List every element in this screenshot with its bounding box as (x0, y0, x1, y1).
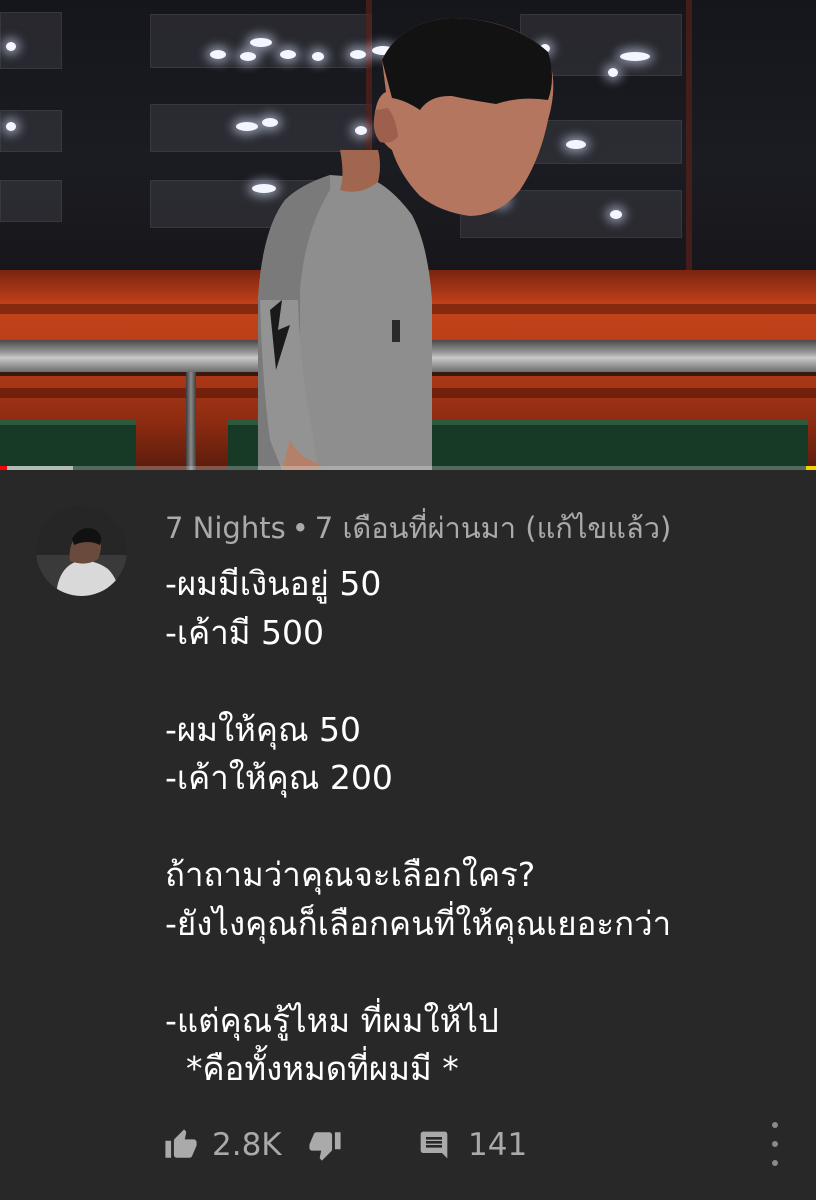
avatar[interactable] (36, 505, 127, 596)
comment-line: -เค้ามี 500 (165, 612, 325, 652)
comment-line: -ผมให้คุณ 50 (165, 709, 362, 749)
thumbs-up-icon[interactable] (164, 1120, 200, 1170)
comment-line: -ผมมีเงินอยู่ 50 (165, 564, 382, 603)
thumbs-down-icon[interactable] (308, 1120, 344, 1170)
more-vert-icon[interactable] (764, 1122, 786, 1166)
comment-line: -แต่คุณรู้ไหม ที่ผมให้ไป (165, 1000, 499, 1040)
comment-actions: 2.8K 141 (160, 1120, 800, 1170)
comment-line: -เค้าให้คุณ 200 (165, 758, 393, 797)
video-player[interactable] (0, 0, 816, 470)
progress-buffered (6, 466, 74, 470)
comment-meta: 7 Nights • 7 เดือนที่ผ่านมา (แก้ไขแล้ว) (165, 506, 671, 550)
comment-line (165, 657, 805, 706)
comment-line: *คือทั้งหมดที่ผมมี * (165, 1049, 459, 1088)
comment-line (165, 948, 805, 997)
reply-count[interactable]: 141 (468, 1120, 527, 1170)
comment-text: -ผมมีเงินอยู่ 50 -เค้ามี 500 -ผมให้คุณ 5… (165, 560, 805, 1094)
like-count: 2.8K (212, 1127, 282, 1163)
comment-line (165, 803, 805, 852)
comment-timestamp[interactable]: 7 เดือนที่ผ่านมา (แก้ไขแล้ว) (315, 511, 672, 545)
comment-author[interactable]: 7 Nights (165, 511, 286, 545)
comment-line: ถ้าถามว่าคุณจะเลือกใคร? (165, 855, 536, 894)
progress-bar[interactable] (0, 466, 816, 470)
comment-line: -ยังไงคุณก็เลือกคนที่ให้คุณเยอะกว่า (165, 903, 672, 943)
meta-separator: • (291, 511, 309, 545)
progress-marker (806, 466, 816, 470)
comment-icon[interactable] (418, 1120, 454, 1170)
person-figure (258, 18, 554, 470)
